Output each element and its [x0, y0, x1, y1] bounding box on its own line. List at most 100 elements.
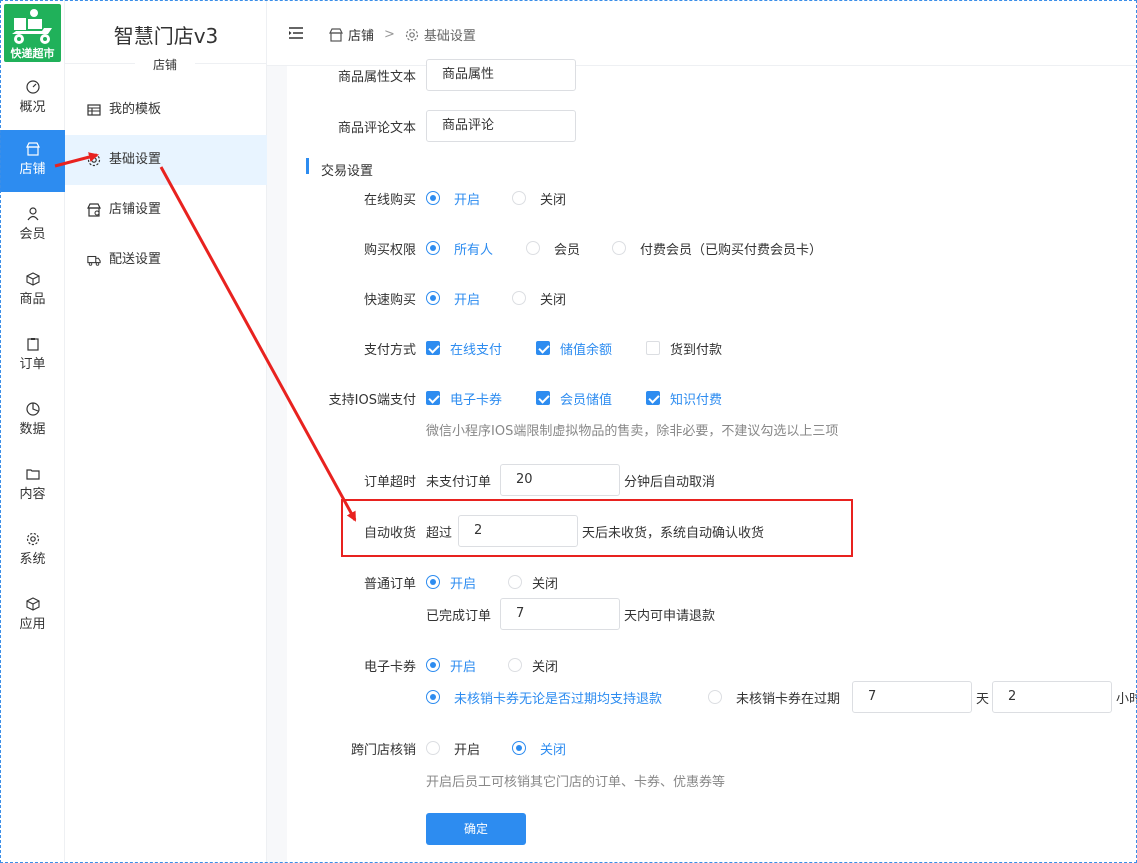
user-icon — [27, 207, 38, 221]
pay-online-checkbox[interactable] — [426, 341, 440, 355]
clipboard-icon — [26, 338, 39, 351]
cross-store-on-radio[interactable] — [426, 741, 440, 755]
order-timeout-label: 订单超时 — [363, 475, 416, 490]
main-content: 商品属性文本 商品属性 商品评论文本 商品评论 交易设置 在线购买 开启 关闭 … — [267, 59, 1137, 863]
cross-store-off-radio[interactable] — [512, 741, 526, 755]
main-nav-rail: 快递超市 概况 店铺 会员 商品 订单 数据 内容 系统 应用 — [0, 0, 65, 863]
ecard-refund-expire-radio[interactable] — [708, 690, 722, 704]
normal-order-on-radio[interactable] — [426, 575, 440, 589]
cross-store-off-text: 关闭 — [540, 743, 567, 758]
rail-item-label: 数据 — [19, 422, 46, 437]
order-timeout-input[interactable]: 20 — [500, 464, 620, 496]
rail-item-store[interactable]: 店铺 — [0, 130, 65, 192]
review-text-label: 商品评论文本 — [337, 121, 416, 136]
rail-item-label: 会员 — [19, 227, 46, 242]
review-text-input[interactable]: 商品评论 — [426, 110, 576, 142]
rail-item-order[interactable]: 订单 — [0, 325, 65, 387]
online-buy-on-radio[interactable] — [426, 191, 440, 205]
quick-buy-off-text: 关闭 — [540, 293, 567, 308]
ecard-refund-any-radio[interactable] — [426, 690, 440, 704]
permission-all-text: 所有人 — [454, 243, 494, 258]
ios-ecard-text: 电子卡券 — [450, 393, 503, 408]
quick-buy-off-radio[interactable] — [512, 291, 526, 305]
gauge-icon — [25, 80, 40, 94]
quick-buy-on-radio[interactable] — [426, 291, 440, 305]
ecard-label: 电子卡券 — [363, 660, 416, 675]
order-timeout-prefix: 未支付订单 — [426, 475, 492, 490]
gear-icon — [26, 532, 39, 546]
rail-item-goods[interactable]: 商品 — [0, 260, 65, 322]
rail-item-member[interactable]: 会员 — [0, 195, 65, 257]
sub-nav-title: 店铺 — [135, 56, 195, 73]
pay-cod-checkbox[interactable] — [646, 341, 660, 355]
section-bar — [306, 158, 309, 174]
ios-pay-hint: 微信小程序IOS端限制虚拟物品的售卖，除非必要，不建议勾选以上三项 — [426, 424, 839, 439]
ecard-expire-days-input[interactable]: 7 — [852, 681, 972, 713]
sub-nav: 智慧门店v3 店铺 我的模板 基础设置 店铺设置 配送设置 — [65, 0, 267, 863]
menu-toggle-icon[interactable] — [289, 27, 303, 39]
top-header: 店铺 > 基础设置 — [267, 0, 1137, 66]
ios-ecard-checkbox[interactable] — [426, 391, 440, 405]
online-buy-label: 在线购买 — [363, 193, 416, 208]
gear-icon — [87, 153, 101, 167]
rail-item-system[interactable]: 系统 — [0, 520, 65, 582]
permission-paid-radio[interactable] — [612, 241, 626, 255]
settings-form: 商品属性文本 商品属性 商品评论文本 商品评论 交易设置 在线购买 开启 关闭 … — [287, 59, 1137, 863]
rail-item-overview[interactable]: 概况 — [0, 68, 65, 130]
refund-days-input[interactable]: 7 — [500, 598, 620, 630]
cross-store-on-text: 开启 — [454, 743, 481, 758]
folder-icon — [25, 469, 40, 480]
normal-order-off-text: 关闭 — [532, 577, 559, 592]
online-buy-off-radio[interactable] — [512, 191, 526, 205]
app-logo[interactable]: 快递超市 — [4, 4, 61, 62]
normal-order-label: 普通订单 — [363, 577, 416, 592]
online-buy-off-text: 关闭 — [540, 193, 567, 208]
pay-online-text: 在线支付 — [450, 343, 503, 358]
rail-item-data[interactable]: 数据 — [0, 390, 65, 452]
sub-item-delivery-settings[interactable]: 配送设置 — [65, 235, 267, 285]
permission-paid-text: 付费会员（已购买付费会员卡） — [640, 243, 823, 258]
ecard-off-radio[interactable] — [508, 658, 522, 672]
quick-buy-on-text: 开启 — [454, 293, 481, 308]
pay-method-label: 支付方式 — [363, 343, 416, 358]
breadcrumb-current: 基础设置 — [423, 29, 476, 44]
cross-store-label: 跨门店核销 — [350, 743, 416, 758]
store-icon — [329, 27, 343, 42]
rail-item-label: 系统 — [19, 552, 46, 567]
pay-balance-checkbox[interactable] — [536, 341, 550, 355]
ios-stored-checkbox[interactable] — [536, 391, 550, 405]
sub-item-basic-settings[interactable]: 基础设置 — [65, 135, 267, 185]
ecard-on-radio[interactable] — [426, 658, 440, 672]
refund-days-suffix: 天内可申请退款 — [624, 609, 716, 624]
ecard-off-text: 关闭 — [532, 660, 559, 675]
sub-item-label: 店铺设置 — [109, 202, 162, 217]
rail-item-label: 概况 — [19, 100, 46, 115]
ios-stored-text: 会员储值 — [560, 393, 613, 408]
pay-balance-text: 储值余额 — [560, 343, 613, 358]
rail-item-content[interactable]: 内容 — [0, 455, 65, 517]
box-icon — [25, 272, 40, 286]
rail-item-apps[interactable]: 应用 — [0, 585, 65, 647]
ecard-hours-unit: 小时 — [1116, 692, 1137, 707]
ecard-refund-expire-text: 未核销卡券在过期 — [736, 692, 841, 707]
rail-item-label: 内容 — [19, 487, 46, 502]
section-title: 交易设置 — [321, 164, 374, 179]
permission-member-text: 会员 — [554, 243, 581, 258]
breadcrumb-parent[interactable]: 店铺 — [348, 25, 374, 44]
logo-text: 快递超市 — [10, 47, 55, 60]
ios-knowledge-checkbox[interactable] — [646, 391, 660, 405]
ecard-expire-hours-input[interactable]: 2 — [992, 681, 1112, 713]
sub-item-my-template[interactable]: 我的模板 — [65, 85, 267, 135]
sub-item-store-settings[interactable]: 店铺设置 — [65, 185, 267, 235]
refund-days-prefix: 已完成订单 — [426, 609, 492, 624]
ecard-days-unit: 天 — [976, 692, 990, 707]
normal-order-on-text: 开启 — [450, 577, 477, 592]
permission-member-radio[interactable] — [526, 241, 540, 255]
buy-permission-label: 购买权限 — [363, 243, 416, 258]
breadcrumb: 店铺 > 基础设置 — [329, 25, 476, 44]
attr-text-input[interactable]: 商品属性 — [426, 59, 576, 91]
submit-button[interactable]: 确定 — [426, 813, 526, 845]
normal-order-off-radio[interactable] — [508, 575, 522, 589]
ios-pay-label: 支持IOS端支付 — [328, 393, 416, 408]
permission-all-radio[interactable] — [426, 241, 440, 255]
